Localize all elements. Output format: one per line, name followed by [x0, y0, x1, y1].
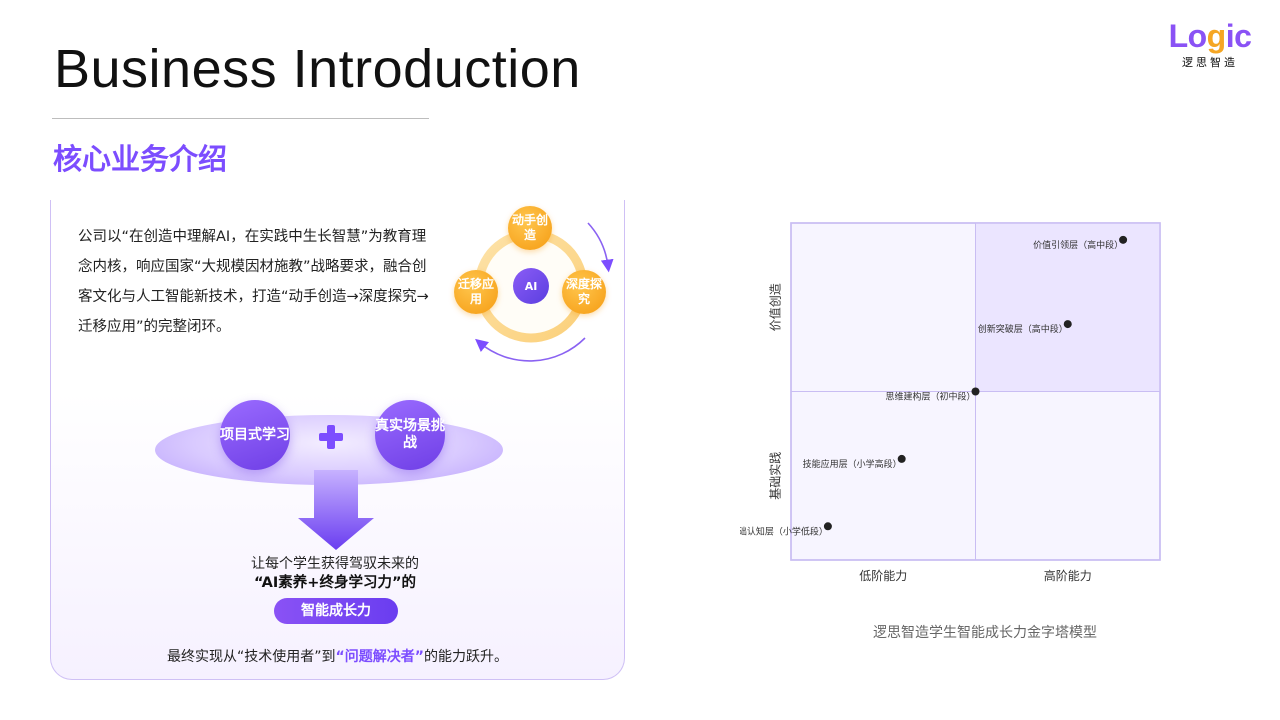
final-highlight: “问题解决者” — [335, 649, 424, 665]
goal-line-1: 让每个学生获得驾驭未来的 — [251, 556, 419, 572]
logo-wordmark: Logic — [1168, 18, 1252, 54]
intro-paragraph: 公司以“在创造中理解AI，在实践中生长智慧”为教育理念内核，响应国家“大规模因材… — [78, 229, 429, 335]
cycle-apply-bubble: 迁移应用 — [454, 270, 498, 314]
data-point-label: 创新突破层（高中段） — [978, 323, 1068, 335]
down-arrow-icon — [298, 470, 374, 550]
logo-chinese-name: 逻思智造 — [1182, 56, 1238, 69]
cycle-create-bubble: 动手创造 — [508, 206, 552, 250]
brand-logo: Logic 逻思智造 — [1166, 20, 1254, 70]
project-learning-circle: 项目式学习 — [220, 400, 290, 470]
x-category-label: 高阶能力 — [1044, 568, 1092, 583]
real-scenario-circle: 真实场景挑战 — [375, 400, 445, 470]
goal-line-2: “AI素养+终身学习力”的 — [254, 575, 416, 591]
growth-model-chart: 低阶能力 高阶能力 基础实践 价值创造 价值引领层（高中段） 创新突破层（高中段） 思维建构… — [740, 222, 1161, 583]
title-divider — [52, 118, 429, 119]
x-category-label: 低阶能力 — [859, 569, 907, 583]
data-point-label: 技能应用层（小学高段） — [803, 458, 902, 470]
ai-badge-icon: AI — [513, 268, 549, 304]
section-subtitle: 核心业务介绍 — [53, 142, 228, 176]
data-point-label: 思维建构层（初中段） — [885, 391, 975, 403]
final-statement: 最终实现从“技术使用者”到“问题解决者”的能力跃升。 — [167, 649, 508, 665]
data-point-label: 基础认知层（小学低段） — [740, 525, 828, 537]
cycle-deep-bubble: 深度探究 — [562, 270, 606, 314]
learning-cycle-diagram: 动手创造 深度探究 迁移应用 AI — [440, 198, 630, 368]
data-point-label: 价值引领层（高中段） — [1033, 239, 1123, 251]
y-category-label: 基础实践 — [768, 452, 783, 500]
plus-icon — [319, 425, 343, 449]
page-title: Business Introduction — [54, 39, 581, 99]
chart-caption: 逻思智造学生智能成长力金字塔模型 — [873, 625, 1097, 641]
smart-growth-badge: 智能成长力 — [274, 598, 398, 624]
y-category-label: 价值创造 — [768, 283, 783, 331]
